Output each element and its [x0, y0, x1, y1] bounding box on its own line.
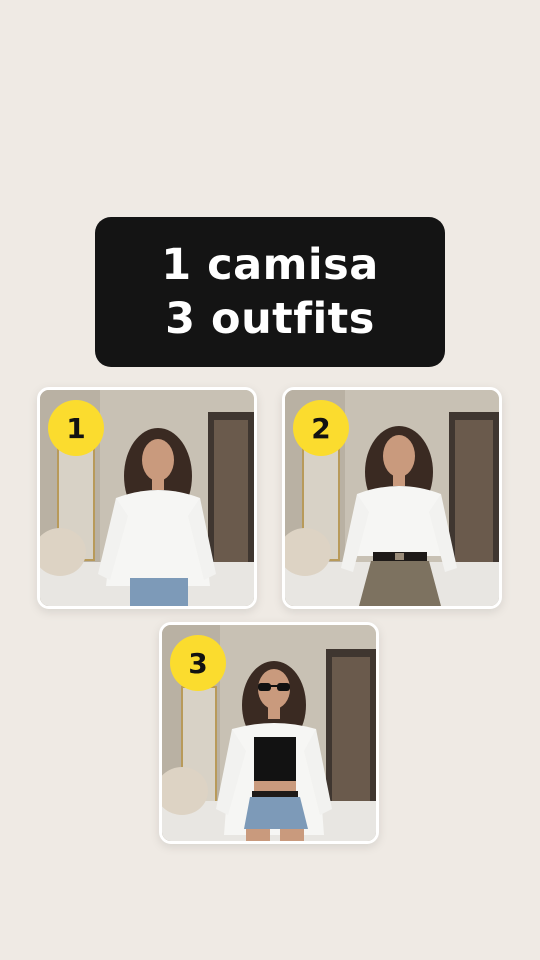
outfit-number-badge-1: 1: [48, 400, 104, 456]
outfit-number-badge-2: 2: [293, 400, 349, 456]
title-line-1: 1 camisa: [161, 240, 379, 290]
outfit-card-3[interactable]: 3: [159, 622, 379, 844]
outfit-card-2[interactable]: 2: [282, 387, 502, 609]
outfit-number-badge-3: 3: [170, 635, 226, 691]
title-banner: 1 camisa 3 outfits: [95, 217, 445, 367]
outfit-card-1[interactable]: 1: [37, 387, 257, 609]
title-line-2: 3 outfits: [165, 294, 375, 344]
